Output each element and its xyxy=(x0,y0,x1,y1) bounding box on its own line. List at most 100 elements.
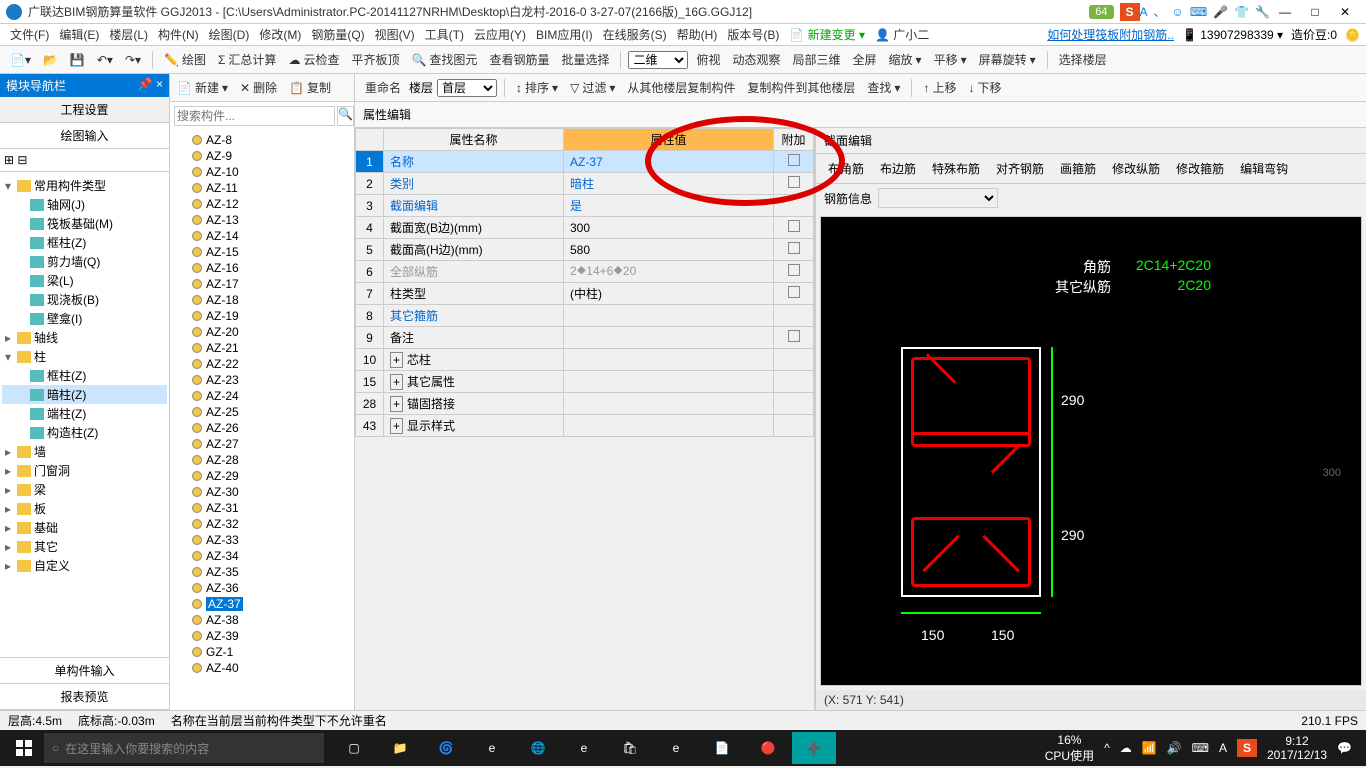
report-preview-button[interactable]: 报表预览 xyxy=(0,684,169,710)
undo-button[interactable]: ↶▾ xyxy=(93,51,117,69)
component-item[interactable]: AZ-34 xyxy=(172,548,352,564)
property-row[interactable]: 6全部纵筋2⯁14+6⯁20 xyxy=(356,261,814,283)
floor-select[interactable]: 首层 xyxy=(437,79,497,97)
view-mode-select[interactable]: 二维 xyxy=(628,51,688,69)
property-row[interactable]: 1名称AZ-37 xyxy=(356,151,814,173)
app-browser-icon[interactable]: 🌐 xyxy=(516,732,560,764)
property-row[interactable]: 4截面宽(B边)(mm)300 xyxy=(356,217,814,239)
property-row[interactable]: 43+显示样式 xyxy=(356,415,814,437)
rename-button[interactable]: 重命名 xyxy=(361,77,405,98)
zoom-button[interactable]: 缩放▾ xyxy=(885,49,926,70)
filter-button[interactable]: ▽过滤▾ xyxy=(566,77,619,98)
menu-tool[interactable]: 工具(T) xyxy=(421,24,468,45)
component-item[interactable]: AZ-22 xyxy=(172,356,352,372)
select-floor-button[interactable]: 选择楼层 xyxy=(1055,49,1111,70)
menu-draw[interactable]: 绘图(D) xyxy=(205,24,254,45)
tree-node[interactable]: ▾柱 xyxy=(2,347,167,366)
tree-leaf[interactable]: 框柱(Z) xyxy=(2,366,167,385)
tray-network-icon[interactable]: 📶 xyxy=(1142,741,1157,755)
tree-leaf[interactable]: 构造柱(Z) xyxy=(2,423,167,442)
dynamic-view-button[interactable]: 动态观察 xyxy=(728,49,784,70)
rotate-button[interactable]: 屏幕旋转▾ xyxy=(975,49,1040,70)
menu-cloud[interactable]: 云应用(Y) xyxy=(470,24,530,45)
component-item[interactable]: AZ-10 xyxy=(172,164,352,180)
tree-node[interactable]: ▸梁 xyxy=(2,480,167,499)
property-row[interactable]: 8其它箍筋 xyxy=(356,305,814,327)
search-input[interactable] xyxy=(174,106,335,126)
section-tab[interactable]: 特殊布筋 xyxy=(928,158,984,179)
menu-view[interactable]: 视图(V) xyxy=(371,24,419,45)
app-ie-icon[interactable]: e xyxy=(654,732,698,764)
tab-draw-input[interactable]: 绘图输入 xyxy=(0,123,169,149)
component-item[interactable]: AZ-39 xyxy=(172,628,352,644)
menu-online[interactable]: 在线服务(S) xyxy=(599,24,671,45)
property-row[interactable]: 2类别暗柱 xyxy=(356,173,814,195)
collapse-all-icon[interactable]: ⊟ xyxy=(17,153,27,167)
property-row[interactable]: 5截面高(H边)(mm)580 xyxy=(356,239,814,261)
menu-file[interactable]: 文件(F) xyxy=(6,24,53,45)
find-element-button[interactable]: 🔍 查找图元 xyxy=(407,49,481,70)
property-row[interactable]: 3截面编辑是 xyxy=(356,195,814,217)
local-3d-button[interactable]: 局部三维 xyxy=(789,49,845,70)
property-row[interactable]: 10+芯柱 xyxy=(356,349,814,371)
view-rebar-button[interactable]: 查看钢筋量 xyxy=(485,49,553,70)
section-tab[interactable]: 布边筋 xyxy=(876,158,920,179)
tree-leaf[interactable]: 筏板基础(M) xyxy=(2,214,167,233)
new-file-button[interactable]: 📄▾ xyxy=(6,51,35,69)
component-item[interactable]: AZ-37 xyxy=(172,596,352,612)
tray-volume-icon[interactable]: 🔊 xyxy=(1167,741,1182,755)
component-item[interactable]: AZ-26 xyxy=(172,420,352,436)
app-store-icon[interactable]: 🛍 xyxy=(608,732,652,764)
start-button[interactable] xyxy=(4,732,44,764)
component-item[interactable]: AZ-15 xyxy=(172,244,352,260)
section-canvas[interactable]: 角筋 其它纵筋 2C14+2C20 2C20 290 290 150 150 3… xyxy=(820,216,1362,686)
top-view-button[interactable]: 俯视 xyxy=(692,49,724,70)
component-item[interactable]: AZ-36 xyxy=(172,580,352,596)
task-view-icon[interactable]: ▢ xyxy=(332,732,376,764)
tree-node[interactable]: ▸门窗洞 xyxy=(2,461,167,480)
tree-node[interactable]: ▸墙 xyxy=(2,442,167,461)
component-item[interactable]: AZ-40 xyxy=(172,660,352,676)
tree-node[interactable]: ▸轴线 xyxy=(2,328,167,347)
app-folder-icon[interactable]: 📁 xyxy=(378,732,422,764)
section-tab[interactable]: 对齐钢筋 xyxy=(992,158,1048,179)
tree-node[interactable]: ▸自定义 xyxy=(2,556,167,575)
component-item[interactable]: AZ-31 xyxy=(172,500,352,516)
component-item[interactable]: AZ-11 xyxy=(172,180,352,196)
property-row[interactable]: 7柱类型(中柱) xyxy=(356,283,814,305)
tray-keyboard-icon[interactable]: ⌨ xyxy=(1192,741,1209,755)
section-tab[interactable]: 编辑弯钩 xyxy=(1236,158,1292,179)
tree-leaf[interactable]: 框柱(Z) xyxy=(2,233,167,252)
minimize-button[interactable]: — xyxy=(1270,5,1300,19)
property-row[interactable]: 9备注 xyxy=(356,327,814,349)
tray-onedrive-icon[interactable]: ☁ xyxy=(1120,741,1132,755)
expand-all-icon[interactable]: ⊞ xyxy=(4,153,14,167)
app-red-icon[interactable]: 🔴 xyxy=(746,732,790,764)
component-item[interactable]: AZ-8 xyxy=(172,132,352,148)
copy-to-button[interactable]: 复制构件到其他楼层 xyxy=(743,77,859,98)
property-row[interactable]: 28+锚固搭接 xyxy=(356,393,814,415)
tree-leaf[interactable]: 现浇板(B) xyxy=(2,290,167,309)
component-item[interactable]: AZ-14 xyxy=(172,228,352,244)
component-item[interactable]: GZ-1 xyxy=(172,644,352,660)
user-button[interactable]: 👤 广小二 xyxy=(871,24,933,45)
component-item[interactable]: AZ-18 xyxy=(172,292,352,308)
menu-help[interactable]: 帮助(H) xyxy=(673,24,722,45)
tab-project-settings[interactable]: 工程设置 xyxy=(0,97,169,123)
open-button[interactable]: 📂 xyxy=(39,51,62,69)
single-component-button[interactable]: 单构件输入 xyxy=(0,658,169,684)
align-top-button[interactable]: 平齐板顶 xyxy=(347,49,403,70)
search-button[interactable]: 🔍 xyxy=(337,106,354,126)
component-item[interactable]: AZ-20 xyxy=(172,324,352,340)
tree-leaf[interactable]: 梁(L) xyxy=(2,271,167,290)
component-item[interactable]: AZ-23 xyxy=(172,372,352,388)
component-item[interactable]: AZ-9 xyxy=(172,148,352,164)
component-item[interactable]: AZ-21 xyxy=(172,340,352,356)
component-item[interactable]: AZ-35 xyxy=(172,564,352,580)
save-button[interactable]: 💾 xyxy=(66,51,89,69)
component-item[interactable]: AZ-30 xyxy=(172,484,352,500)
component-item[interactable]: AZ-28 xyxy=(172,452,352,468)
pan-button[interactable]: 平移▾ xyxy=(930,49,971,70)
app-edge2-icon[interactable]: e xyxy=(562,732,606,764)
component-item[interactable]: AZ-25 xyxy=(172,404,352,420)
